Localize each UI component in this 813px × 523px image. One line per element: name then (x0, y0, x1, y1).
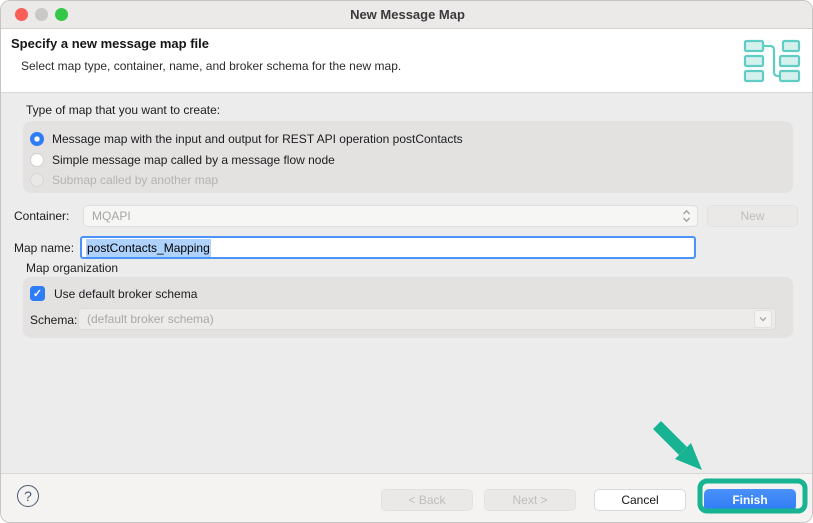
new-message-map-dialog: New Message Map Specify a new message ma… (0, 0, 813, 523)
checkbox-checked-icon[interactable]: ✓ (30, 286, 45, 301)
finish-button[interactable]: Finish (704, 489, 796, 511)
wizard-header: Specify a new message map file Select ma… (1, 29, 812, 93)
map-type-group-label: Type of map that you want to create: (26, 103, 221, 117)
map-name-selected-text: postContacts_Mapping (86, 238, 211, 257)
window-title: New Message Map (350, 7, 465, 22)
new-container-button: New (707, 205, 798, 227)
schema-label: Schema: (30, 313, 78, 327)
help-button[interactable]: ? (17, 485, 39, 507)
map-organization-groupbox: ✓ Use default broker schema Schema: (def… (23, 277, 793, 338)
annotation-arrow-shaft (653, 421, 687, 455)
radio-option-rest-api[interactable]: Message map with the input and output fo… (30, 131, 463, 146)
radio-selected-icon[interactable] (30, 131, 44, 146)
map-type-groupbox: Message map with the input and output fo… (23, 121, 793, 193)
message-map-icon (743, 39, 801, 83)
annotation-arrow-head (675, 443, 702, 470)
button-bar: ? < Back Next > Cancel Finish (1, 473, 812, 522)
schema-combo: (default broker schema) (78, 308, 776, 330)
titlebar: New Message Map (1, 1, 812, 29)
container-label: Container: (14, 209, 70, 223)
schema-combo-value: (default broker schema) (87, 312, 214, 326)
default-schema-checkbox-label: Use default broker schema (54, 286, 198, 301)
default-schema-checkbox-row[interactable]: ✓ Use default broker schema (30, 286, 197, 301)
radio-option-simple-map[interactable]: Simple message map called by a message f… (30, 152, 335, 167)
radio-disabled-icon (30, 172, 44, 187)
radio-unselected-icon[interactable] (30, 152, 44, 167)
page-title: Specify a new message map file (11, 36, 209, 51)
cancel-button[interactable]: Cancel (594, 489, 686, 511)
container-select-value: MQAPI (92, 209, 131, 223)
next-button: Next > (484, 489, 576, 511)
page-subtitle: Select map type, container, name, and br… (21, 59, 402, 73)
combo-dropdown-icon (754, 310, 772, 328)
map-name-input[interactable]: postContacts_Mapping (80, 236, 696, 259)
map-organization-group-label: Map organization (26, 261, 119, 275)
container-select: MQAPI (83, 205, 698, 227)
map-name-label: Map name: (14, 241, 75, 255)
radio-option-submap: Submap called by another map (30, 172, 218, 187)
select-stepper-icon (682, 209, 691, 223)
back-button: < Back (381, 489, 473, 511)
